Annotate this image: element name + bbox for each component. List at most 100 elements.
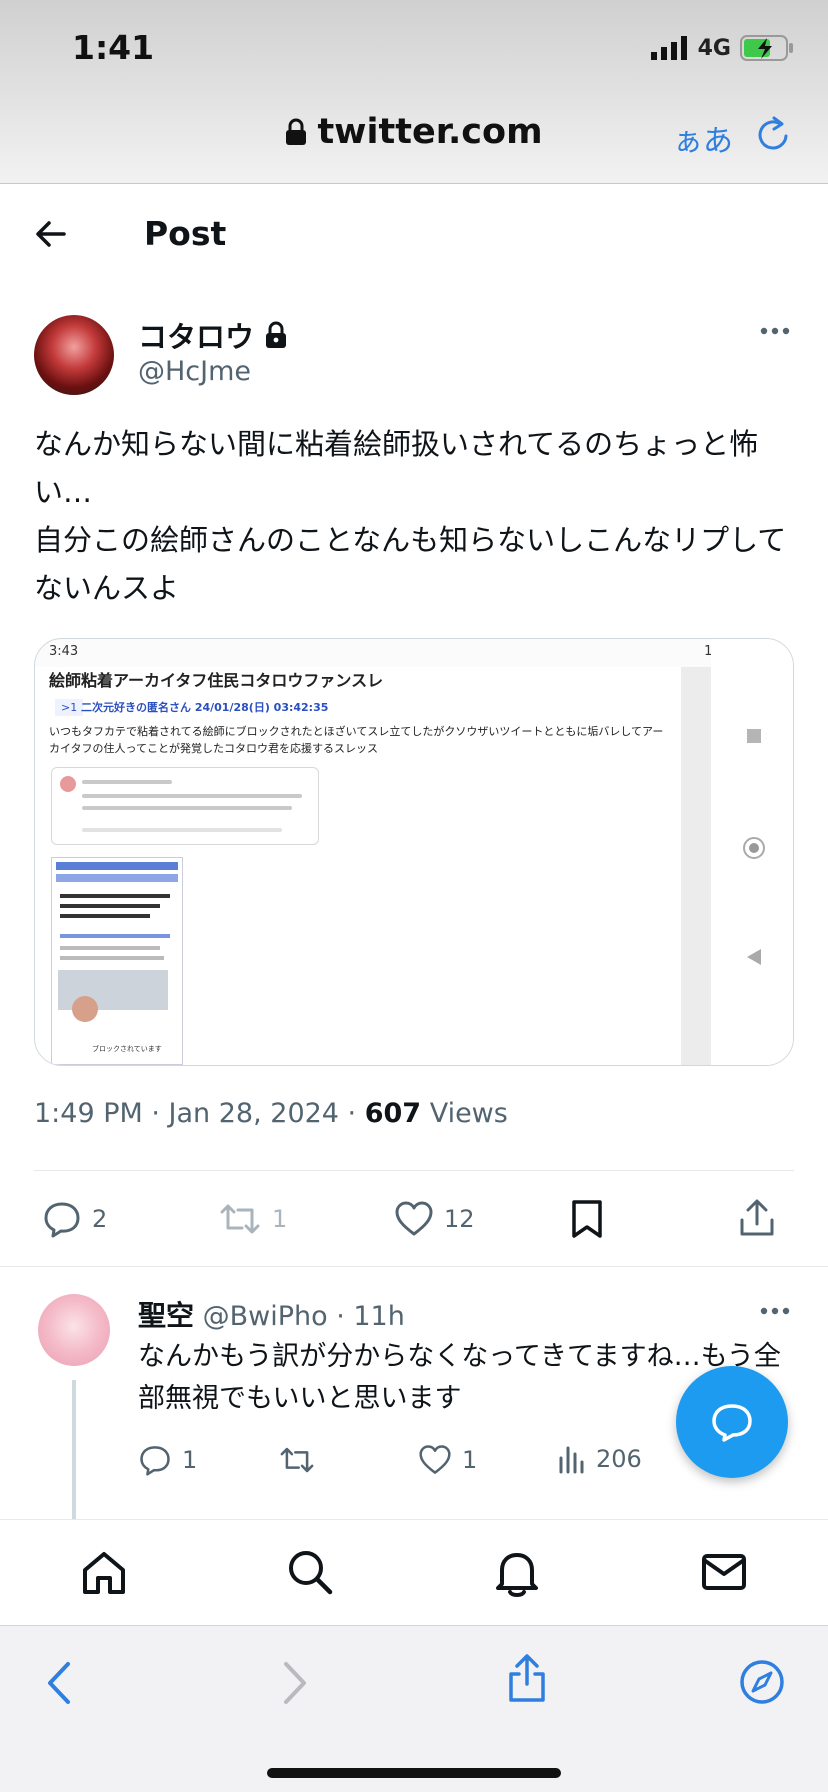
- author-name: コタロウ: [138, 320, 255, 354]
- reply-icon: [44, 1202, 80, 1238]
- recent-apps-icon: [747, 729, 761, 743]
- media-thumb-avatar: [72, 996, 98, 1022]
- media-thumb-bar: [56, 874, 178, 882]
- home-circle-icon: [743, 837, 765, 859]
- compose-reply-button[interactable]: [676, 1366, 788, 1478]
- tweet-timestamp: 1:49 PM · Jan 28, 2024 ·: [34, 1098, 365, 1129]
- media-card-line: [82, 806, 292, 810]
- media-thumb-line: [60, 956, 164, 960]
- media-card-avatar: [60, 776, 76, 792]
- reply-meta: @BwiPho · 11h: [194, 1301, 405, 1332]
- reply-reply-button[interactable]: 1: [138, 1444, 197, 1476]
- status-time: 1:41: [72, 28, 155, 67]
- reply-author-name: 聖空: [138, 1299, 195, 1332]
- status-indicators: 4G: [650, 34, 794, 62]
- url-text: twitter.com: [317, 112, 543, 152]
- media-blocked-label: ブロックされています: [92, 1045, 162, 1053]
- media-quoted-card: [51, 767, 319, 845]
- media-thumb-bar: [56, 862, 178, 870]
- reply-like-button[interactable]: 1: [418, 1444, 477, 1476]
- home-indicator: [267, 1768, 561, 1778]
- reply-thread-line: [72, 1380, 76, 1520]
- repost-icon: [220, 1204, 260, 1234]
- media-card-line: [82, 794, 302, 798]
- avatar[interactable]: [34, 315, 114, 395]
- tweet-text: なんか知らない間に粘着絵師扱いされてるのちょっと怖い… 自分この絵師さんのことな…: [34, 427, 787, 605]
- tweet-meta: 1:49 PM · Jan 28, 2024 · 607 Views: [34, 1098, 508, 1129]
- media-thumb-line: [60, 894, 170, 898]
- divider: [34, 1170, 794, 1171]
- tweet-actions: 2 1 12: [34, 1192, 794, 1248]
- heart-icon: [395, 1201, 433, 1236]
- tweet-media-screenshot[interactable]: 3:43 17% 絵師粘着アーカイタフ住民コタロウファンスレ >1 二次元好きの…: [34, 638, 794, 1066]
- media-card-actions: [82, 828, 282, 832]
- media-thread-title: 絵師粘着アーカイタフ住民コタロウファンスレ: [49, 671, 384, 690]
- divider: [0, 1266, 828, 1267]
- media-android-nav: [711, 639, 793, 1065]
- media-scroll-area: [681, 667, 711, 1065]
- views-count: 607: [364, 1098, 422, 1129]
- search-icon[interactable]: [286, 1548, 334, 1596]
- media-thumb-line: [60, 904, 160, 908]
- compass-icon[interactable]: [738, 1658, 786, 1706]
- repost-button[interactable]: 1: [218, 1200, 287, 1238]
- author-handle[interactable]: @HcJme: [138, 356, 251, 387]
- signal-icon: [650, 36, 687, 60]
- share-button[interactable]: [738, 1198, 776, 1238]
- reload-icon[interactable]: [756, 114, 792, 154]
- analytics-icon: [559, 1446, 584, 1474]
- bookmark-icon: [572, 1200, 602, 1238]
- reply-avatar[interactable]: [38, 1294, 110, 1366]
- browser-back-icon[interactable]: [44, 1660, 72, 1706]
- lock-icon: [286, 118, 307, 145]
- media-body-text: いつもタフカテで粘着されてる絵師にブロックされたとほざいてスレ立てしたがクソウザ…: [49, 725, 664, 755]
- views-label: Views: [421, 1098, 508, 1129]
- back-triangle-icon: [747, 949, 761, 965]
- bookmark-button[interactable]: [570, 1198, 604, 1240]
- reply-count: 2: [92, 1205, 108, 1233]
- media-page: 絵師粘着アーカイタフ住民コタロウファンスレ >1 二次元好きの匿名さん 24/0…: [35, 667, 681, 1065]
- home-icon[interactable]: [80, 1548, 128, 1596]
- post-header: Post: [0, 184, 828, 288]
- browser-forward-icon[interactable]: [282, 1660, 310, 1706]
- like-button[interactable]: 12: [394, 1200, 475, 1238]
- messages-envelope-icon[interactable]: [700, 1548, 748, 1596]
- heart-icon: [419, 1445, 451, 1474]
- notifications-bell-icon[interactable]: [494, 1548, 540, 1598]
- reply-header[interactable]: 聖空 @BwiPho · 11h: [138, 1294, 405, 1334]
- like-count: 12: [444, 1205, 475, 1233]
- media-card-line: [82, 780, 172, 784]
- author-name-row[interactable]: コタロウ: [138, 314, 288, 356]
- back-arrow-icon[interactable]: [34, 217, 68, 251]
- safari-toolbar: [0, 1625, 828, 1792]
- page-title: Post: [144, 214, 227, 253]
- reply-button[interactable]: 2: [42, 1200, 107, 1238]
- network-type: 4G: [697, 35, 731, 61]
- battery-charging-icon: [740, 35, 793, 61]
- media-status-bar: 3:43 17%: [35, 639, 793, 667]
- browser-top-bar: 1:41 4G twitter.com ぁあ: [0, 0, 828, 184]
- reply-icon: [140, 1446, 170, 1476]
- reply-views-button[interactable]: 206: [558, 1444, 642, 1474]
- repost-icon: [280, 1447, 314, 1473]
- media-thumbnail: ブロックされています: [51, 857, 183, 1065]
- media-thumb-line: [60, 946, 160, 950]
- text-size-button[interactable]: ぁあ: [673, 116, 733, 160]
- reply-views-count: 206: [596, 1445, 642, 1473]
- reply-more-options-icon[interactable]: [760, 1306, 790, 1316]
- more-options-icon[interactable]: [760, 326, 790, 336]
- chat-bubble-icon: [712, 1404, 752, 1442]
- protected-lock-icon: [266, 321, 287, 348]
- media-poster: 二次元好きの匿名さん 24/01/28(日) 03:42:35: [81, 701, 329, 714]
- share-icon: [740, 1199, 774, 1236]
- reply-like-count: 1: [462, 1446, 478, 1474]
- browser-share-icon[interactable]: [505, 1652, 549, 1704]
- media-time: 3:43: [49, 644, 79, 659]
- media-thumb-line: [60, 914, 150, 918]
- media-post-number: >1: [55, 699, 84, 716]
- reply-repost-button[interactable]: [278, 1444, 316, 1476]
- media-thumb-line: [60, 934, 170, 938]
- twitter-tab-bar: [0, 1519, 828, 1625]
- repost-count: 1: [272, 1205, 288, 1233]
- reply-reply-count: 1: [182, 1446, 198, 1474]
